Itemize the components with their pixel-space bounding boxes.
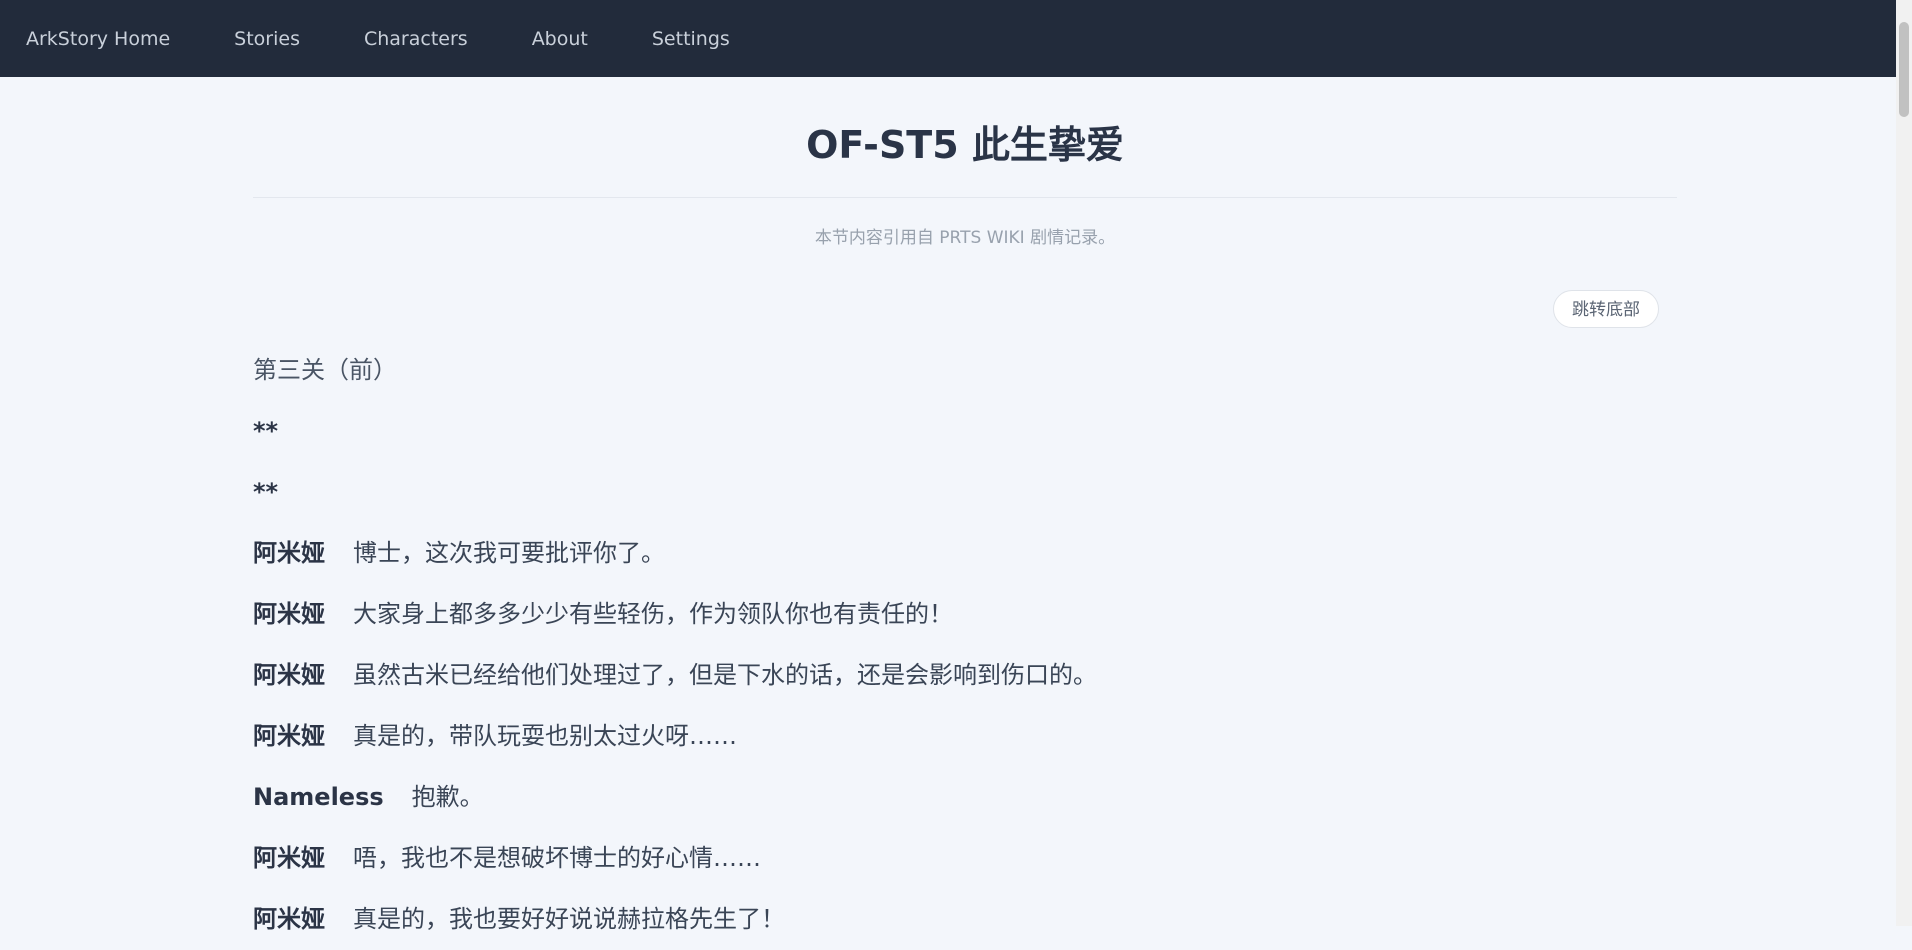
dialogue-line: Nameless 抱歉。 <box>253 767 1677 828</box>
nav-settings-link[interactable]: Settings <box>652 28 730 50</box>
source-note: 本节内容引用自 PRTS WIKI 剧情记录。 <box>814 228 1116 248</box>
dialogue-text: 真是的，带队玩耍也别太过火呀…… <box>353 722 737 750</box>
speaker-name: 阿米娅 <box>253 600 325 628</box>
dialogue-text: 大家身上都多多少少有些轻伤，作为领队你也有责任的！ <box>353 600 953 628</box>
title-divider <box>253 197 1677 198</box>
speaker-name: 阿米娅 <box>253 539 325 567</box>
dialogue-line: 阿米娅 真是的，带队玩耍也别太过火呀…… <box>253 706 1677 767</box>
speaker-name: 阿米娅 <box>253 722 325 750</box>
section-heading: 第三关（前） <box>253 356 397 384</box>
speaker-name: 阿米娅 <box>253 844 325 872</box>
dialogue-text: 虽然古米已经给他们处理过了，但是下水的话，还是会影响到伤口的。 <box>353 661 1097 689</box>
page-title: OF-ST5 此生挚爱 <box>806 123 1124 167</box>
speaker-name: Nameless <box>253 783 384 811</box>
jump-to-bottom-button[interactable]: 跳转底部 <box>1553 290 1659 328</box>
nav-stories-link[interactable]: Stories <box>234 28 300 50</box>
dialogue-text: 抱歉。 <box>411 783 484 811</box>
dialogue-line: 阿米娅 真是的，我也要好好说说赫拉格先生了！ <box>253 889 1677 950</box>
page-scrollbar[interactable] <box>1896 0 1912 926</box>
dialogue-line: 阿米娅 博士，这次我可要批评你了。 <box>253 523 1677 584</box>
story-content: OF-ST5 此生挚爱 本节内容引用自 PRTS WIKI 剧情记录。 跳转底部… <box>253 77 1677 950</box>
scrollbar-thumb[interactable] <box>1899 22 1909 117</box>
top-nav-bar: ArkStory Home Stories Characters About S… <box>0 0 1896 77</box>
dialogue-text: 真是的，我也要好好说说赫拉格先生了！ <box>353 905 785 933</box>
nav-characters-link[interactable]: Characters <box>364 28 468 50</box>
nav-home-link[interactable]: ArkStory Home <box>26 28 170 50</box>
jump-row: 跳转底部 <box>253 250 1677 340</box>
dialogue-line: 阿米娅 虽然古米已经给他们处理过了，但是下水的话，还是会影响到伤口的。 <box>253 645 1677 706</box>
dialogue-line: 阿米娅 大家身上都多多少少有些轻伤，作为领队你也有责任的！ <box>253 584 1677 645</box>
dialogue-text: 唔，我也不是想破坏博士的好心情…… <box>353 844 761 872</box>
speaker-name: 阿米娅 <box>253 661 325 689</box>
nav-about-link[interactable]: About <box>532 28 588 50</box>
dialogue-line: 阿米娅 唔，我也不是想破坏博士的好心情…… <box>253 828 1677 889</box>
story-marker: ** <box>253 478 279 506</box>
speaker-name: 阿米娅 <box>253 905 325 933</box>
story-marker: ** <box>253 417 279 445</box>
dialogue-text: 博士，这次我可要批评你了。 <box>353 539 665 567</box>
